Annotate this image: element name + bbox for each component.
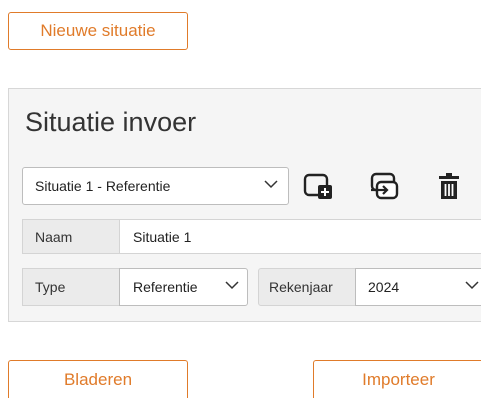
import-label: Importeer — [362, 369, 435, 389]
calculation-year-select[interactable]: 2024 — [355, 268, 481, 306]
trash-icon — [439, 173, 459, 199]
year-select-value: 2024 — [368, 279, 400, 295]
chevron-down-icon — [225, 281, 239, 290]
type-select[interactable]: Referentie — [119, 268, 248, 306]
copy-swap-icon — [370, 172, 399, 200]
type-select-value: Referentie — [133, 279, 198, 295]
new-situation-label: Nieuwe situatie — [40, 21, 156, 40]
browse-button[interactable]: Bladeren — [8, 360, 188, 398]
situation-input-panel: Situatie invoer Situatie 1 - Referentie — [8, 88, 481, 322]
delete-situation-button[interactable] — [432, 169, 466, 203]
copy-situation-button[interactable] — [367, 169, 401, 203]
situation-select-value: Situatie 1 - Referentie — [35, 178, 171, 194]
situation-select[interactable]: Situatie 1 - Referentie — [22, 167, 289, 205]
add-window-icon — [303, 173, 332, 199]
chevron-down-icon — [465, 281, 479, 290]
calculation-year-label: Rekenjaar — [258, 268, 356, 306]
browse-label: Bladeren — [63, 369, 133, 389]
type-label: Type — [22, 268, 120, 306]
import-button[interactable]: Importeer — [313, 360, 481, 398]
name-input[interactable]: Situatie 1 — [119, 219, 481, 254]
new-situation-button[interactable]: Nieuwe situatie — [8, 12, 188, 50]
add-situation-button[interactable] — [301, 169, 335, 203]
panel-title: Situatie invoer — [25, 107, 197, 137]
name-label: Naam — [22, 219, 120, 254]
name-input-value: Situatie 1 — [133, 228, 192, 245]
chevron-down-icon — [264, 180, 278, 189]
